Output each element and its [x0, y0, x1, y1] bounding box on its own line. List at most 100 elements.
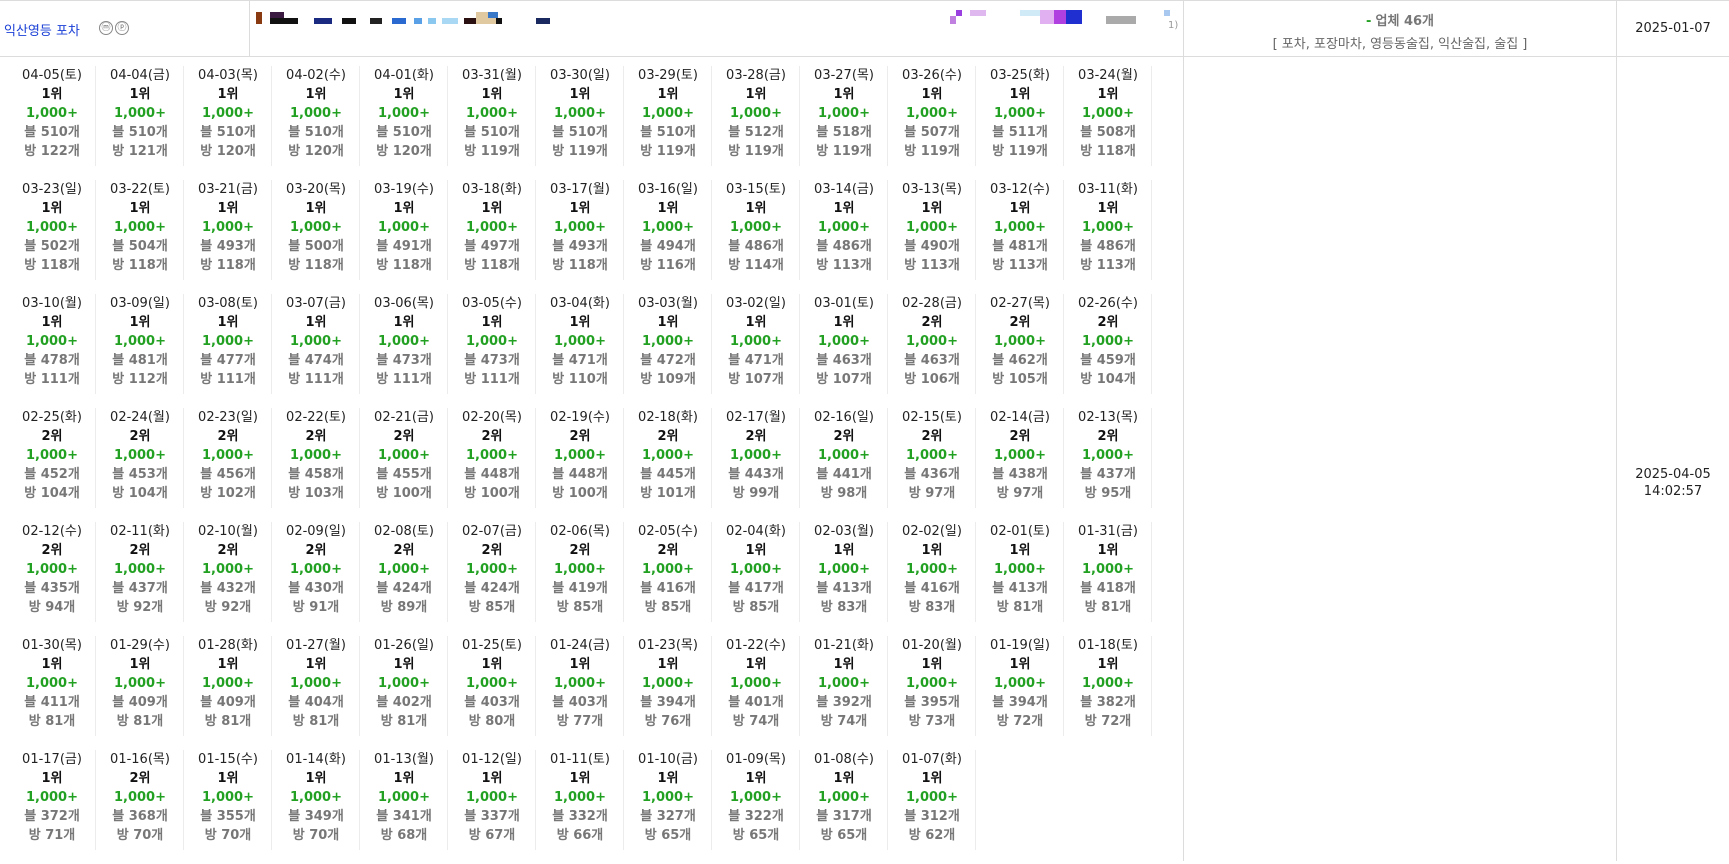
day-volume: 1,000+: [465, 220, 518, 235]
business-count-cell: - 업체 46개 [ 포차, 포장마차, 영등동술집, 익산술집, 술집 ]: [1184, 10, 1616, 52]
day-blog-count: 블 416개: [640, 581, 696, 596]
day-date: 03-17(월): [550, 182, 610, 197]
day-blog-count: 블 507개: [904, 125, 960, 140]
day-post-count: 방 97개: [908, 486, 956, 501]
daily-rank-grid: 04-05(토) 1위 1,000+ 블 510개 방 122개 04-04(금) 1위 1,…: [8, 66, 1152, 864]
day-cell: 02-27(목) 2위 1,000+ 블 462개 방 105개: [976, 294, 1064, 408]
day-volume: 1,000+: [113, 562, 166, 577]
day-blog-count: 블 401개: [728, 695, 784, 710]
day-cell: 03-07(금) 1위 1,000+ 블 474개 방 111개: [272, 294, 360, 408]
day-post-count: 방 62개: [908, 828, 956, 843]
day-date: 02-03(월): [814, 524, 874, 539]
day-cell: 01-28(화) 1위 1,000+ 블 409개 방 81개: [184, 636, 272, 750]
day-post-count: 방 119개: [904, 144, 960, 159]
day-post-count: 방 89개: [380, 600, 428, 615]
day-rank: 1위: [833, 657, 855, 672]
day-rank: 1위: [129, 657, 151, 672]
day-blog-count: 블 510개: [24, 125, 80, 140]
day-date: 01-29(수): [110, 638, 170, 653]
day-date: 03-24(월): [1078, 68, 1138, 83]
p-circle-icon[interactable]: ⓟ: [115, 21, 129, 35]
day-volume: 1,000+: [553, 448, 606, 463]
day-cell: 02-12(수) 2위 1,000+ 블 435개 방 94개: [8, 522, 96, 636]
day-post-count: 방 95개: [1084, 486, 1132, 501]
day-date: 02-04(화): [726, 524, 786, 539]
day-date: 03-27(목): [814, 68, 874, 83]
day-blog-count: 블 419개: [552, 581, 608, 596]
day-cell: 03-01(토) 1위 1,000+ 블 463개 방 107개: [800, 294, 888, 408]
day-date: 01-08(수): [814, 752, 874, 767]
day-cell: 03-02(일) 1위 1,000+ 블 471개 방 107개: [712, 294, 800, 408]
day-rank: 2위: [569, 429, 591, 444]
day-volume: 1,000+: [289, 790, 342, 805]
day-volume: 1,000+: [817, 448, 870, 463]
day-blog-count: 블 413개: [816, 581, 872, 596]
day-blog-count: 블 463개: [904, 353, 960, 368]
day-cell: 03-03(월) 1위 1,000+ 블 472개 방 109개: [624, 294, 712, 408]
day-cell: 01-26(일) 1위 1,000+ 블 402개 방 81개: [360, 636, 448, 750]
day-blog-count: 블 317개: [816, 809, 872, 824]
day-blog-count: 블 459개: [1080, 353, 1136, 368]
day-date: 03-23(일): [22, 182, 82, 197]
day-rank: 1위: [305, 87, 327, 102]
day-cell: 03-21(금) 1위 1,000+ 블 493개 방 118개: [184, 180, 272, 294]
day-post-count: 방 97개: [996, 486, 1044, 501]
day-rank: 2위: [569, 543, 591, 558]
blurred-thumbnail-strip-right: [950, 10, 1180, 26]
day-cell: 01-14(화) 1위 1,000+ 블 349개 방 70개: [272, 750, 360, 864]
day-volume: 1,000+: [377, 790, 430, 805]
day-date: 03-26(수): [902, 68, 962, 83]
day-post-count: 방 81개: [996, 600, 1044, 615]
day-blog-count: 블 416개: [904, 581, 960, 596]
day-volume: 1,000+: [289, 334, 342, 349]
day-post-count: 방 81개: [204, 714, 252, 729]
day-volume: 1,000+: [465, 562, 518, 577]
day-post-count: 방 107개: [816, 372, 872, 387]
day-volume: 1,000+: [993, 676, 1046, 691]
day-volume: 1,000+: [201, 220, 254, 235]
day-rank: 1위: [305, 771, 327, 786]
day-date: 03-22(토): [110, 182, 170, 197]
day-blog-count: 블 510개: [200, 125, 256, 140]
day-blog-count: 블 437개: [1080, 467, 1136, 482]
day-post-count: 방 70개: [204, 828, 252, 843]
day-blog-count: 블 477개: [200, 353, 256, 368]
day-rank: 1위: [745, 657, 767, 672]
day-post-count: 방 74개: [732, 714, 780, 729]
day-cell: 03-18(화) 1위 1,000+ 블 497개 방 118개: [448, 180, 536, 294]
day-rank: 1위: [217, 87, 239, 102]
day-rank: 2위: [1009, 429, 1031, 444]
day-blog-count: 블 462개: [992, 353, 1048, 368]
day-volume: 1,000+: [25, 790, 78, 805]
day-volume: 1,000+: [113, 334, 166, 349]
keyword-link[interactable]: 익산영등 포차: [4, 20, 80, 39]
day-post-count: 방 98개: [820, 486, 868, 501]
day-post-count: 방 120개: [288, 144, 344, 159]
day-rank: 2위: [1009, 315, 1031, 330]
day-cell: 01-18(토) 1위 1,000+ 블 382개 방 72개: [1064, 636, 1152, 750]
day-rank: 2위: [657, 543, 679, 558]
day-volume: 1,000+: [201, 106, 254, 121]
day-cell: 01-25(토) 1위 1,000+ 블 403개 방 80개: [448, 636, 536, 750]
day-post-count: 방 76개: [644, 714, 692, 729]
day-rank: 1위: [393, 771, 415, 786]
day-date: 04-02(수): [286, 68, 346, 83]
day-date: 02-06(목): [550, 524, 610, 539]
day-cell: 01-29(수) 1위 1,000+ 블 409개 방 81개: [96, 636, 184, 750]
day-volume: 1,000+: [25, 220, 78, 235]
day-volume: 1,000+: [201, 334, 254, 349]
day-rank: 1위: [833, 201, 855, 216]
day-post-count: 방 103개: [288, 486, 344, 501]
day-rank: 1위: [745, 87, 767, 102]
day-blog-count: 블 411개: [24, 695, 80, 710]
day-volume: 1,000+: [465, 790, 518, 805]
day-volume: 1,000+: [641, 334, 694, 349]
day-cell: 02-15(토) 2위 1,000+ 블 436개 방 97개: [888, 408, 976, 522]
day-blog-count: 블 474개: [288, 353, 344, 368]
day-volume: 1,000+: [553, 106, 606, 121]
day-rank: 2위: [1097, 429, 1119, 444]
day-volume: 1,000+: [817, 334, 870, 349]
day-volume: 1,000+: [905, 220, 958, 235]
day-blog-count: 블 473개: [376, 353, 432, 368]
m-circle-icon[interactable]: ⓜ: [99, 21, 113, 35]
